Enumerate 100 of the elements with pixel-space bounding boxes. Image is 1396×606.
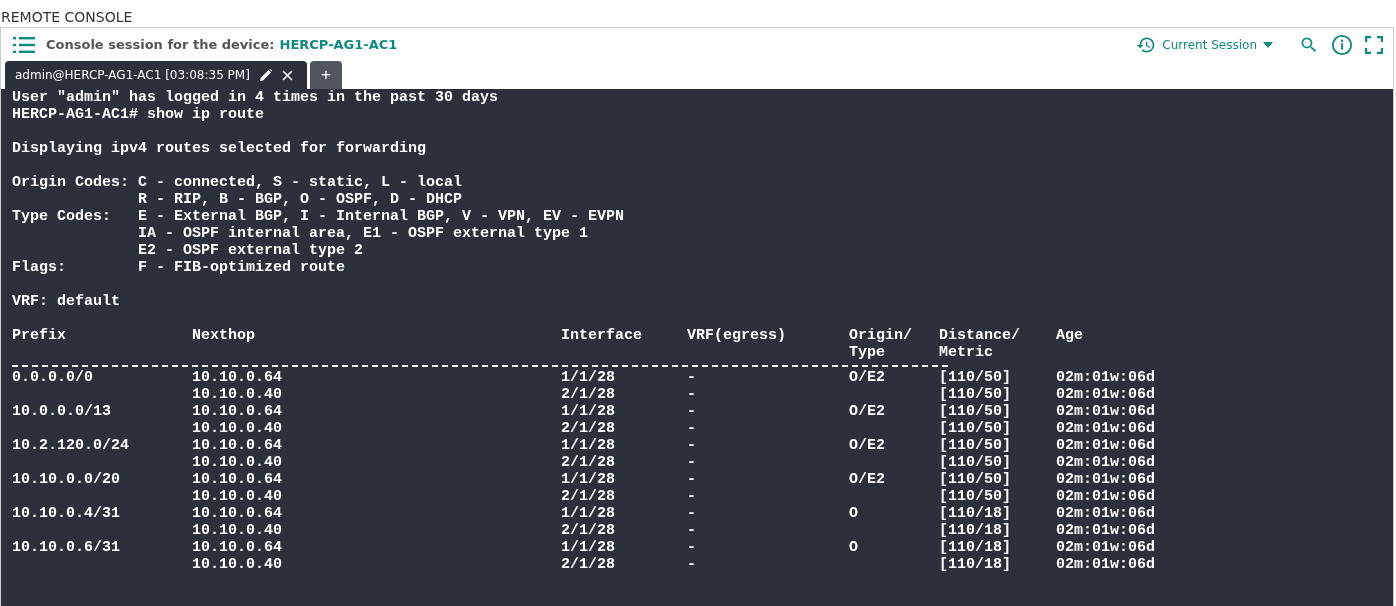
- age-cell: 02m:01w:06d: [1056, 386, 1156, 403]
- vrf-cell: -: [687, 386, 697, 403]
- code-label: Type Codes:: [12, 208, 113, 227]
- session-tab[interactable]: admin@HERCP-AG1-AC1 [03:08:35 PM]: [5, 61, 307, 89]
- distance-metric-cell: [110/18]: [939, 505, 1012, 522]
- nexthop-cell: 10.10.0.40: [192, 386, 283, 403]
- origin-type-cell: O/E2: [849, 369, 886, 386]
- interface-cell: 1/1/28: [561, 437, 616, 454]
- vrf-cell: -: [687, 437, 697, 454]
- vrf-cell: -: [687, 488, 697, 505]
- age-cell: 02m:01w:06d: [1056, 556, 1156, 573]
- age-cell: 02m:01w:06d: [1056, 471, 1156, 488]
- code-description: F - FIB-optimized route: [138, 259, 346, 276]
- vrf-cell: -: [687, 522, 697, 539]
- distance-metric-cell: [110/50]: [939, 403, 1012, 420]
- interface-cell: 1/1/28: [561, 369, 616, 386]
- code-description: IA - OSPF internal area, E1 - OSPF external type 1: [138, 225, 590, 242]
- fullscreen-icon[interactable]: [1365, 35, 1383, 54]
- age-cell: 02m:01w:06d: [1056, 505, 1156, 522]
- vrf-cell: -: [687, 505, 697, 522]
- prefix-cell: 10.10.0.0/20: [12, 471, 121, 488]
- menu-icon[interactable]: [13, 35, 35, 54]
- interface-cell: 2/1/28: [561, 386, 616, 403]
- age-cell: 02m:01w:06d: [1056, 539, 1156, 556]
- age-cell: 02m:01w:06d: [1056, 454, 1156, 471]
- distance-metric-cell: [110/50]: [939, 386, 1012, 403]
- vrf-cell: -: [687, 471, 697, 488]
- terminal-line: HERCP-AG1-AC1# show ip route: [12, 106, 266, 123]
- interface-cell: 2/1/28: [561, 522, 616, 539]
- interface-cell: 1/1/28: [561, 403, 616, 420]
- info-icon[interactable]: [1331, 33, 1353, 56]
- prefix-cell: 10.0.0.0/13: [12, 403, 112, 420]
- interface-cell: 2/1/28: [561, 420, 616, 437]
- new-tab-button[interactable]: +: [309, 61, 342, 89]
- code-description: E2 - OSPF external type 2: [138, 242, 365, 259]
- distance-metric-cell: [110/50]: [939, 471, 1012, 488]
- nexthop-cell: 10.10.0.40: [192, 420, 283, 437]
- vrf-cell: -: [687, 420, 697, 437]
- distance-metric-cell: [110/50]: [939, 369, 1012, 386]
- age-cell: 02m:01w:06d: [1056, 522, 1156, 539]
- terminal-line: VRF: default: [12, 293, 122, 310]
- distance-metric-cell: [110/18]: [939, 522, 1012, 539]
- vrf-cell: -: [687, 556, 697, 573]
- interface-cell: 1/1/28: [561, 539, 616, 556]
- terminal-line: Displaying ipv4 routes selected for forwarding: [12, 140, 428, 157]
- distance-metric-cell: [110/18]: [939, 556, 1012, 573]
- prefix-cell: 10.2.120.0/24: [12, 437, 130, 454]
- code-description: R - RIP, B - BGP, O - OSPF, D - DHCP: [138, 191, 463, 208]
- code-description: E - External BGP, I - Internal BGP, V - VPN, EV - EVPN: [138, 208, 625, 225]
- nexthop-cell: 10.10.0.64: [192, 539, 283, 556]
- interface-cell: 1/1/28: [561, 505, 616, 522]
- column-header: Prefix: [12, 327, 67, 346]
- prefix-cell: 10.10.0.4/31: [12, 505, 121, 522]
- pencil-icon[interactable]: [259, 69, 272, 81]
- column-header: Nexthop: [192, 327, 257, 346]
- interface-cell: 2/1/28: [561, 454, 616, 471]
- interface-cell: 1/1/28: [561, 471, 616, 488]
- age-cell: 02m:01w:06d: [1056, 369, 1156, 386]
- origin-type-cell: O/E2: [849, 437, 886, 454]
- distance-metric-cell: [110/50]: [939, 454, 1012, 471]
- interface-cell: 2/1/28: [561, 488, 616, 505]
- nexthop-cell: 10.10.0.64: [192, 505, 283, 522]
- session-dropdown[interactable]: Current Session: [1136, 34, 1273, 55]
- device-name: HERCP-AG1-AC1: [279, 37, 398, 52]
- nexthop-cell: 10.10.0.64: [192, 471, 283, 488]
- vrf-cell: -: [687, 454, 697, 471]
- nexthop-cell: 10.10.0.64: [192, 369, 283, 386]
- origin-type-cell: O/E2: [849, 403, 886, 420]
- column-header: Distance/ Metric: [939, 327, 1022, 361]
- origin-type-cell: O: [849, 505, 859, 522]
- close-icon[interactable]: [281, 69, 293, 81]
- nexthop-cell: 10.10.0.40: [192, 522, 283, 539]
- distance-metric-cell: [110/50]: [939, 420, 1012, 437]
- code-label: Flags:: [12, 259, 67, 276]
- prefix-cell: 0.0.0.0/0: [12, 369, 93, 386]
- vrf-cell: -: [687, 403, 697, 420]
- code-description: C - connected, S - static, L - local: [138, 174, 463, 191]
- nexthop-cell: 10.10.0.40: [192, 454, 283, 471]
- interface-cell: 2/1/28: [561, 556, 616, 573]
- age-cell: 02m:01w:06d: [1056, 437, 1156, 454]
- page-title: REMOTE CONSOLE: [0, 8, 134, 27]
- code-label: Origin Codes:: [12, 174, 131, 193]
- nexthop-cell: 10.10.0.64: [192, 403, 283, 420]
- age-cell: 02m:01w:06d: [1056, 488, 1156, 505]
- terminal-line: User "admin" has logged in 4 times in the past 30 days: [12, 89, 500, 106]
- panel-title: Console session for the device:: [46, 37, 275, 52]
- age-cell: 02m:01w:06d: [1056, 403, 1156, 420]
- distance-metric-cell: [110/50]: [939, 488, 1012, 505]
- distance-metric-cell: [110/50]: [939, 437, 1012, 454]
- distance-metric-cell: [110/18]: [939, 539, 1012, 556]
- origin-type-cell: O/E2: [849, 471, 886, 488]
- caret-icon: [1263, 41, 1273, 48]
- origin-type-cell: O: [849, 539, 859, 556]
- age-cell: 02m:01w:06d: [1056, 420, 1156, 437]
- column-header: VRF(egress): [687, 327, 788, 346]
- nexthop-cell: 10.10.0.40: [192, 488, 283, 505]
- column-header: Age: [1056, 327, 1085, 346]
- vrf-cell: -: [687, 539, 697, 556]
- nexthop-cell: 10.10.0.40: [192, 556, 283, 573]
- vrf-cell: -: [687, 369, 697, 386]
